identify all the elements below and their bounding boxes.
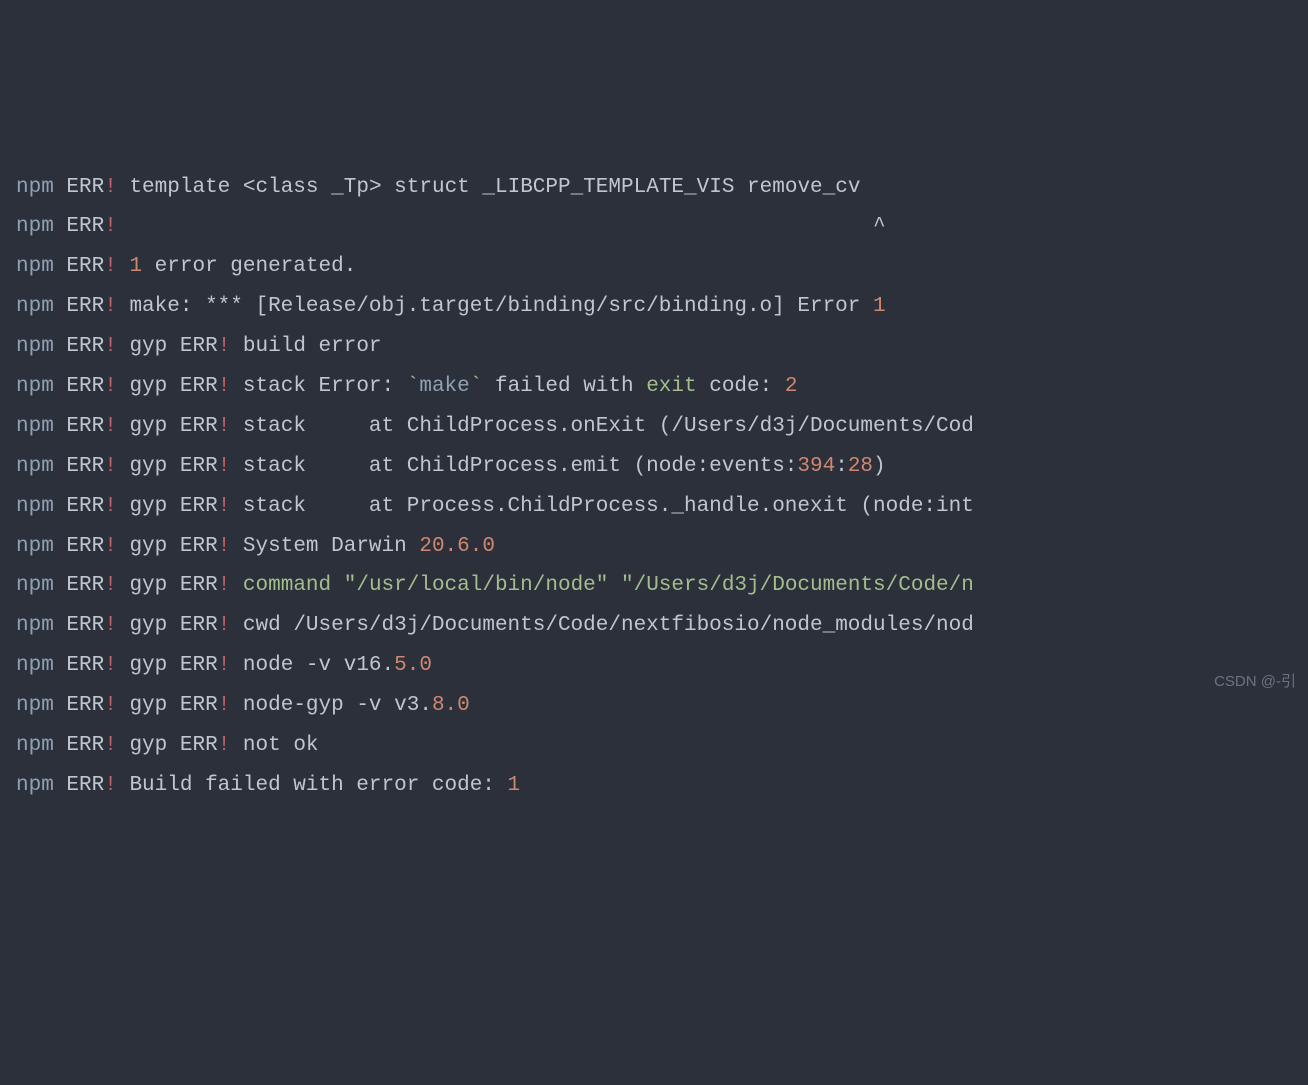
log-line: npm ERR! gyp ERR! command "/usr/local/bi…: [16, 566, 1292, 606]
log-line: npm ERR! make: *** [Release/obj.target/b…: [16, 287, 1292, 327]
log-line: npm ERR! gyp ERR! stack at ChildProcess.…: [16, 407, 1292, 447]
log-line: npm ERR! 1 error generated.: [16, 247, 1292, 287]
log-line: npm ERR! gyp ERR! stack Error: `make` fa…: [16, 367, 1292, 407]
log-line: npm ERR! gyp ERR! System Darwin 20.6.0: [16, 527, 1292, 567]
log-line: npm ERR! gyp ERR! build error: [16, 327, 1292, 367]
log-line: npm ERR! gyp ERR! node -v v16.5.0: [16, 646, 1292, 686]
watermark: CSDN @-引: [1214, 668, 1296, 697]
log-line: npm ERR! Build failed with error code: 1: [16, 766, 1292, 806]
log-line: npm ERR! ^: [16, 207, 1292, 247]
log-line: npm ERR! gyp ERR! not ok: [16, 726, 1292, 766]
err-bang: !: [104, 176, 117, 199]
log-line: npm ERR! gyp ERR! node-gyp -v v3.8.0: [16, 686, 1292, 726]
log-line: npm ERR! gyp ERR! cwd /Users/d3j/Documen…: [16, 606, 1292, 646]
log-line: npm ERR! gyp ERR! stack at ChildProcess.…: [16, 447, 1292, 487]
err-label: ERR: [66, 176, 104, 199]
caret-marker: ^: [873, 215, 886, 238]
log-line: npm ERR! template <class _Tp> struct _LI…: [16, 168, 1292, 208]
terminal-output: npm ERR! template <class _Tp> struct _LI…: [16, 168, 1292, 806]
log-line: npm ERR! gyp ERR! stack at Process.Child…: [16, 487, 1292, 527]
npm-prefix: npm: [16, 176, 54, 199]
